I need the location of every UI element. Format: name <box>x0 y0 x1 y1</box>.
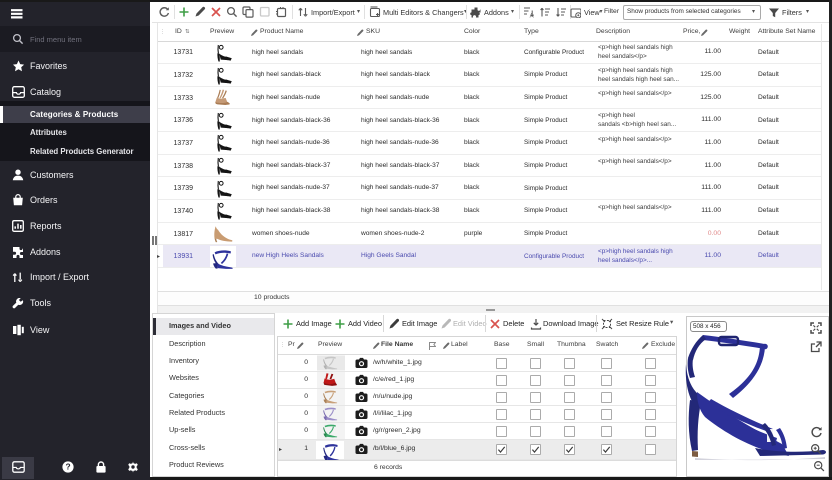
svg-text:?: ? <box>65 462 70 472</box>
svg-text:A: A <box>530 14 534 19</box>
